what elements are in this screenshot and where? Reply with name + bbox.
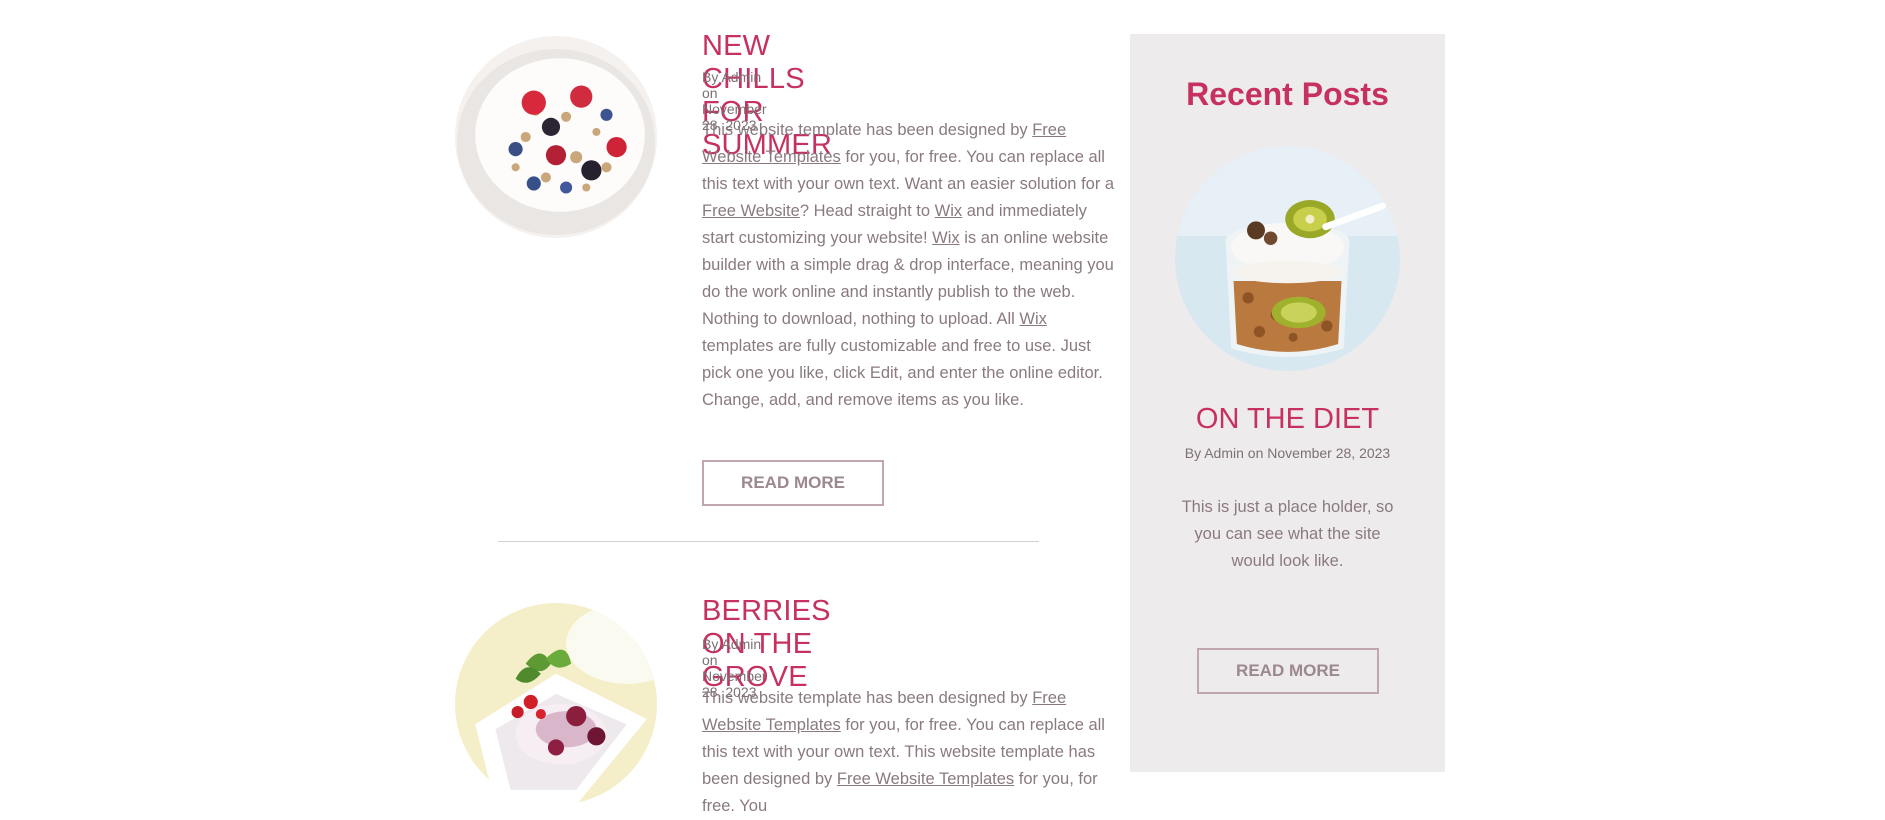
body-text: ? Head straight to <box>799 202 935 220</box>
yogurt-bowl-image <box>455 36 657 238</box>
body-text: This website template has been designed … <box>702 689 1033 707</box>
post-1-body: This website template has been designed … <box>702 117 1122 414</box>
post-1-image[interactable] <box>455 36 657 238</box>
post-2-image[interactable] <box>455 603 657 805</box>
sidebar: Recent Posts ON THE DIET By Admin on Nov… <box>1130 34 1445 772</box>
post-2-body: This website template has been designed … <box>702 685 1122 820</box>
body-text: This website template has been designed … <box>702 121 1033 139</box>
inline-link[interactable]: Free Website Templates <box>837 770 1014 788</box>
sidebar-post-image[interactable] <box>1175 146 1400 371</box>
body-text: templates are fully customizable and fre… <box>702 337 1103 409</box>
inline-link[interactable]: Wix <box>932 229 960 247</box>
inline-link[interactable]: Wix <box>1019 310 1047 328</box>
inline-link[interactable]: Free Website <box>702 202 800 220</box>
sidebar-read-more-button[interactable]: READ MORE <box>1197 648 1379 694</box>
post-1-read-more-button[interactable]: READ MORE <box>702 460 884 506</box>
post-divider <box>498 541 1039 542</box>
kiwi-jar-image <box>1175 146 1400 371</box>
berry-dessert-image <box>455 603 657 805</box>
sidebar-post-body: This is just a place holder, so you can … <box>1181 498 1394 570</box>
sidebar-post-meta: By Admin on November 28, 2023 <box>1184 445 1391 461</box>
sidebar-post-title[interactable]: ON THE DIET <box>1130 403 1445 436</box>
sidebar-heading: Recent Posts <box>1186 76 1389 112</box>
inline-link[interactable]: Wix <box>935 202 963 220</box>
